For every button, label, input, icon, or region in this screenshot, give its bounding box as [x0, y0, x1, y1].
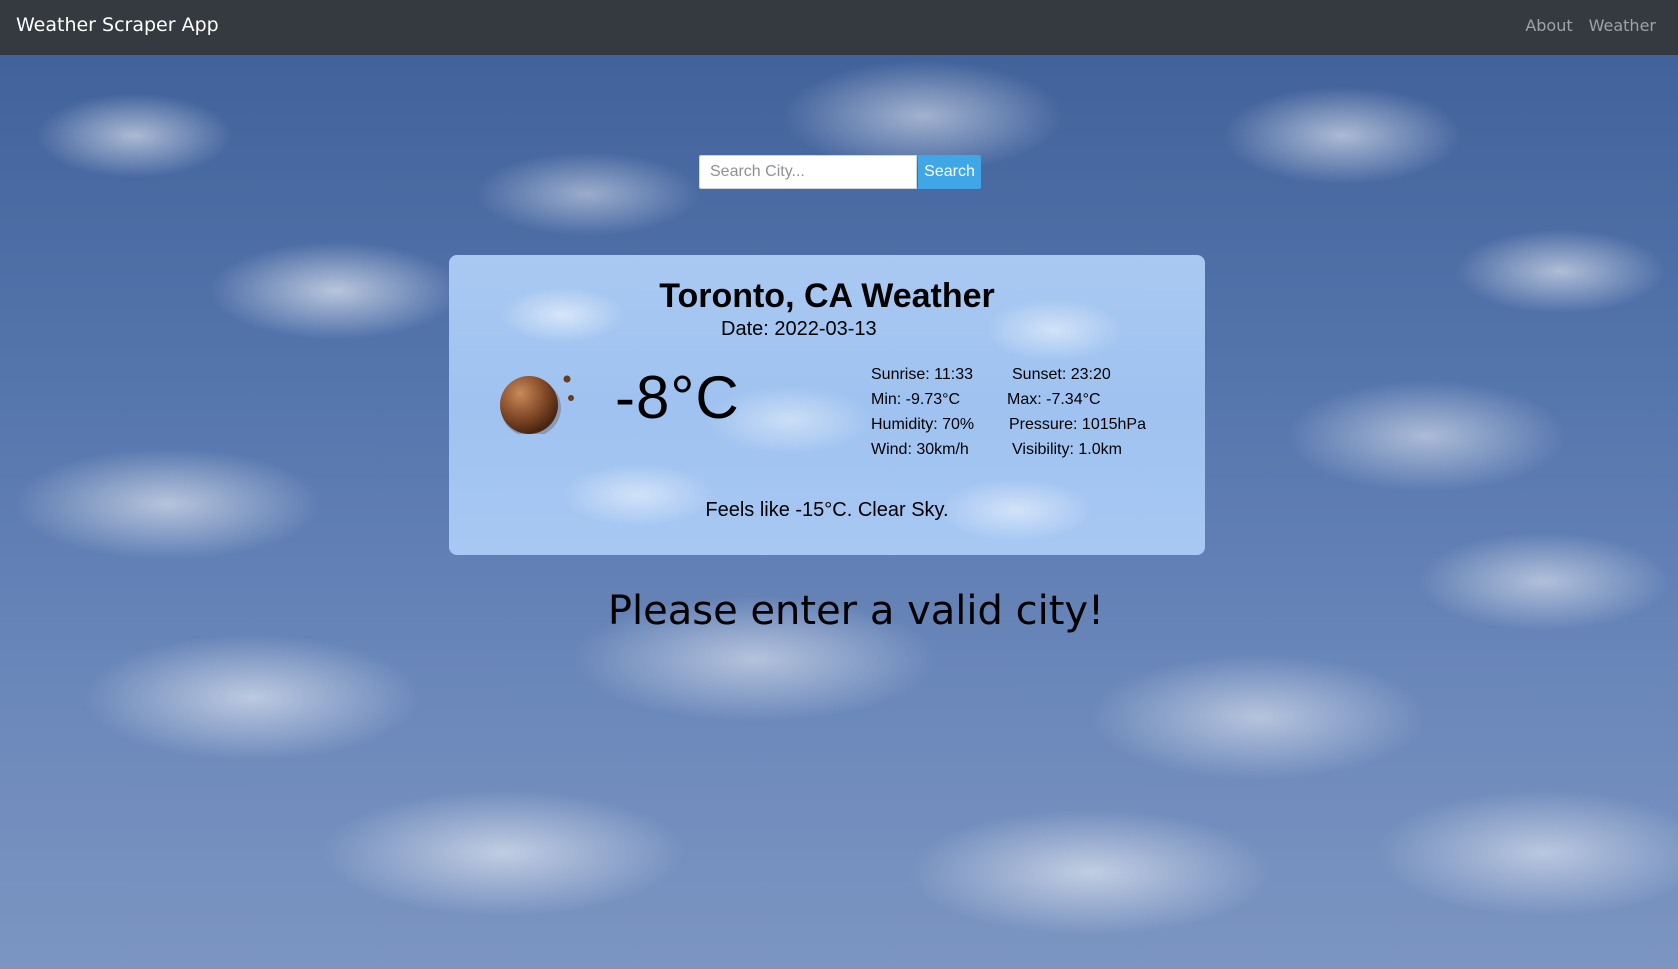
pressure-label: Pressure: 1015hPa [1009, 416, 1146, 433]
temperature-value: -8°C [615, 364, 740, 431]
app-brand[interactable]: Weather Scraper App [16, 14, 219, 36]
top-navbar: Weather Scraper App About Weather [0, 0, 1678, 55]
search-city-input[interactable] [699, 155, 917, 189]
search-button[interactable]: Search [918, 155, 981, 189]
visibility-label: Visibility: 1.0km [1012, 441, 1122, 458]
nav-link-about[interactable]: About [1525, 16, 1572, 35]
nav-links: About Weather [1525, 16, 1656, 35]
weather-card-title: Toronto, CA Weather [659, 277, 995, 315]
weather-condition-icon [500, 375, 574, 434]
weather-date: Date: 2022-03-13 [721, 318, 877, 340]
humidity-label: Humidity: 70% [871, 416, 975, 433]
nav-link-weather[interactable]: Weather [1589, 16, 1656, 35]
sunset-label: Sunset: 23:20 [1012, 366, 1111, 383]
weather-card: Toronto, CA Weather Date: 2022-03-13 -8°… [449, 255, 1205, 555]
feels-like-summary: Feels like -15°C. Clear Sky. [705, 499, 949, 521]
min-temp-label: Min: -9.73°C [871, 391, 961, 408]
wind-label: Wind: 30km/h [871, 441, 969, 458]
search-form: Search [699, 155, 981, 189]
max-temp-label: Max: -7.34°C [1007, 391, 1101, 408]
error-message: Please enter a valid city! [607, 588, 1105, 634]
sunrise-label: Sunrise: 11:33 [871, 366, 973, 383]
